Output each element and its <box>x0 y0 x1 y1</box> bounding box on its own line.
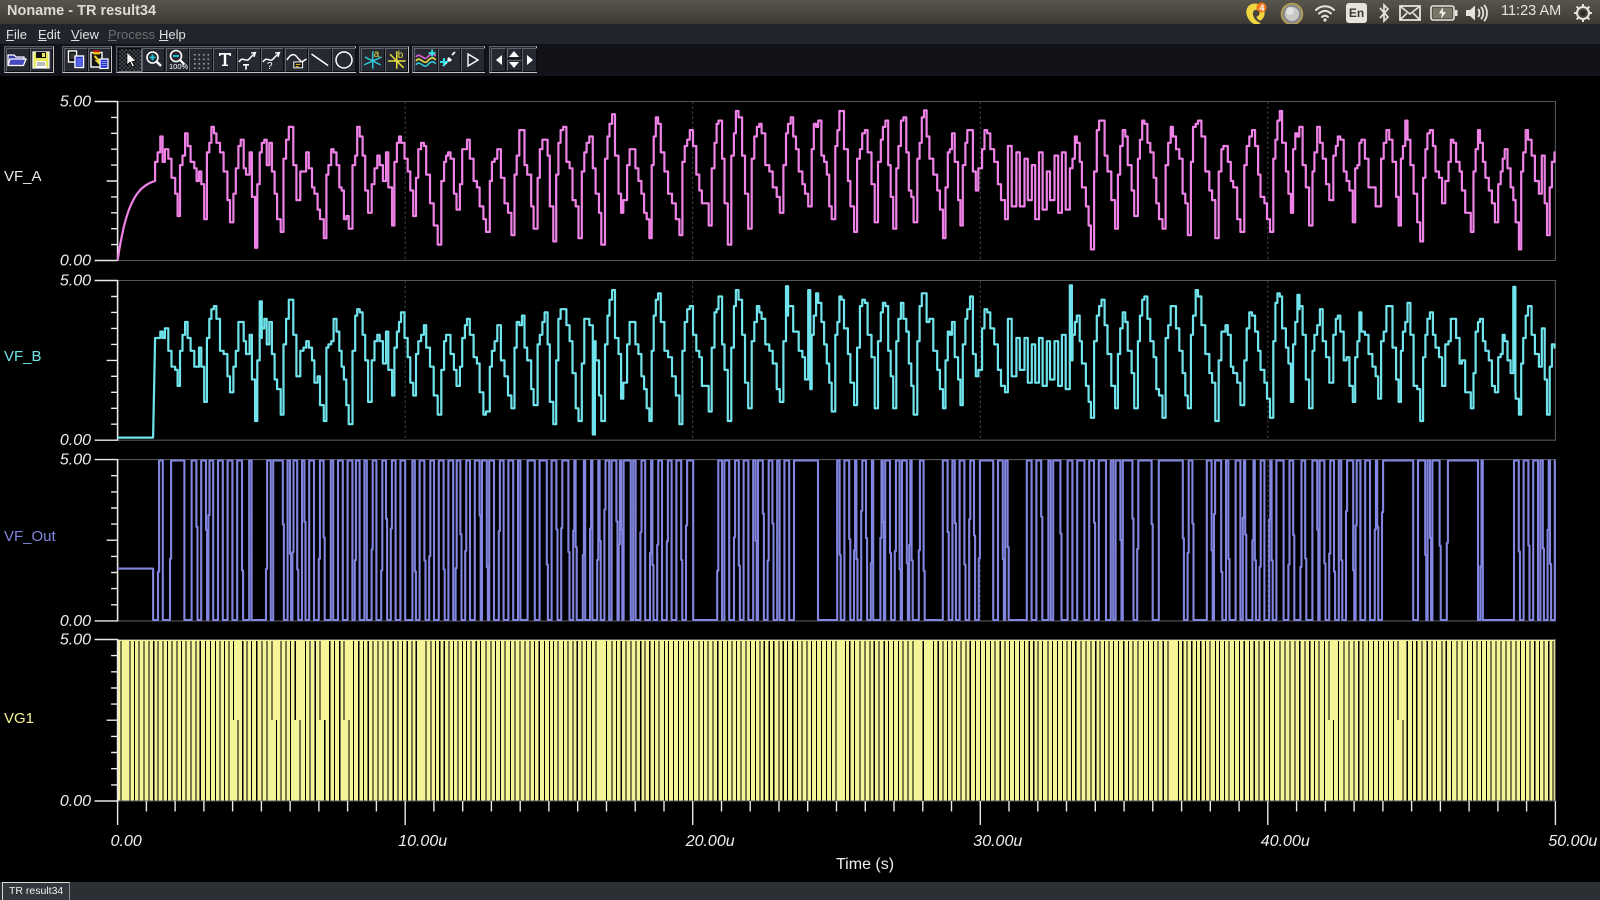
svg-text:4: 4 <box>1259 3 1264 13</box>
svg-text:5.00: 5.00 <box>60 94 91 111</box>
svg-text:5.00: 5.00 <box>60 452 91 469</box>
svg-text:VF_Out: VF_Out <box>4 528 57 545</box>
svg-text:b: b <box>397 50 403 61</box>
svg-text:50.00u: 50.00u <box>1548 833 1597 850</box>
svg-text:5.00: 5.00 <box>60 273 91 290</box>
svg-text:0.00: 0.00 <box>60 793 91 810</box>
svg-text:?: ? <box>267 61 273 70</box>
svg-text:0.00: 0.00 <box>60 432 91 449</box>
svg-text:VF_B: VF_B <box>4 348 42 365</box>
svg-text:VF_A: VF_A <box>4 168 42 185</box>
svg-text:20.00u: 20.00u <box>685 833 735 850</box>
svg-text:5.00: 5.00 <box>60 632 91 649</box>
svg-text:a: a <box>374 49 380 60</box>
svg-text:VG1: VG1 <box>4 710 34 727</box>
svg-text:10.00u: 10.00u <box>398 833 447 850</box>
svg-text:100%: 100% <box>169 62 188 70</box>
svg-text:30.00u: 30.00u <box>973 833 1022 850</box>
svg-text:Time (s): Time (s) <box>836 856 894 873</box>
svg-text:0.00: 0.00 <box>111 833 142 850</box>
svg-text:0.00: 0.00 <box>60 613 91 630</box>
svg-text:40.00u: 40.00u <box>1261 833 1310 850</box>
svg-text:0.00: 0.00 <box>60 253 91 270</box>
